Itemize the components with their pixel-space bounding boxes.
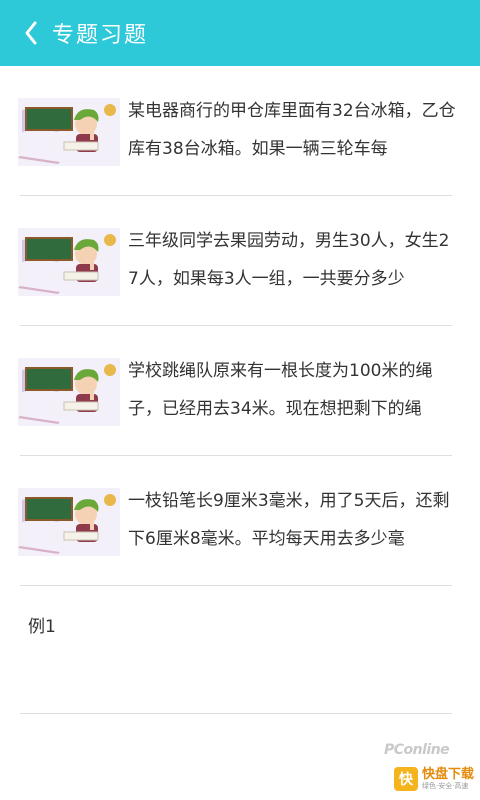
list-item[interactable]: 学校跳绳队原来有一根长度为100米的绳子，已经用去34米。现在想把剩下的绳 — [0, 326, 480, 456]
problem-list: 某电器商行的甲仓库里面有32台冰箱，乙仓库有38台冰箱。如果一辆三轮车每 三年级… — [0, 66, 480, 714]
list-item[interactable]: 三年级同学去果园劳动，男生30人，女生27人，如果每3人一组，一共要分多少 — [0, 196, 480, 326]
problem-text: 三年级同学去果园劳动，男生30人，女生27人，如果每3人一组，一共要分多少 — [128, 231, 450, 289]
teacher-thumbnail — [18, 98, 120, 166]
teacher-thumbnail — [18, 358, 120, 426]
list-item[interactable]: 某电器商行的甲仓库里面有32台冰箱，乙仓库有38台冰箱。如果一辆三轮车每 — [0, 66, 480, 196]
teacher-thumbnail — [18, 488, 120, 556]
teacher-thumbnail — [18, 228, 120, 296]
list-item[interactable]: 一枝铅笔长9厘米3毫米，用了5天后，还剩下6厘米8毫米。平均每天用去多少毫 — [0, 456, 480, 586]
brand-slogan: 绿色·安全·高速 — [421, 782, 469, 790]
brand-name: 快盘下载 — [421, 767, 474, 782]
pconline-watermark: PConline — [384, 742, 450, 758]
divider — [20, 713, 452, 714]
example-item[interactable]: 例1 — [0, 586, 480, 714]
back-button[interactable] — [14, 0, 48, 66]
brand-logo-icon: 快 — [393, 767, 418, 791]
problem-text: 学校跳绳队原来有一根长度为100米的绳子，已经用去34米。现在想把剩下的绳 — [128, 361, 433, 419]
brand-watermark: 快 快盘下载 绿色·安全·高速 — [393, 764, 474, 794]
problem-text: 某电器商行的甲仓库里面有32台冰箱，乙仓库有38台冰箱。如果一辆三轮车每 — [128, 101, 456, 159]
title-bar: 专题习题 — [0, 0, 480, 66]
chevron-left-icon — [25, 21, 37, 45]
example-label: 例1 — [28, 617, 56, 637]
problem-text: 一枝铅笔长9厘米3毫米，用了5天后，还剩下6厘米8毫米。平均每天用去多少毫 — [128, 491, 450, 549]
page-title: 专题习题 — [52, 23, 149, 48]
